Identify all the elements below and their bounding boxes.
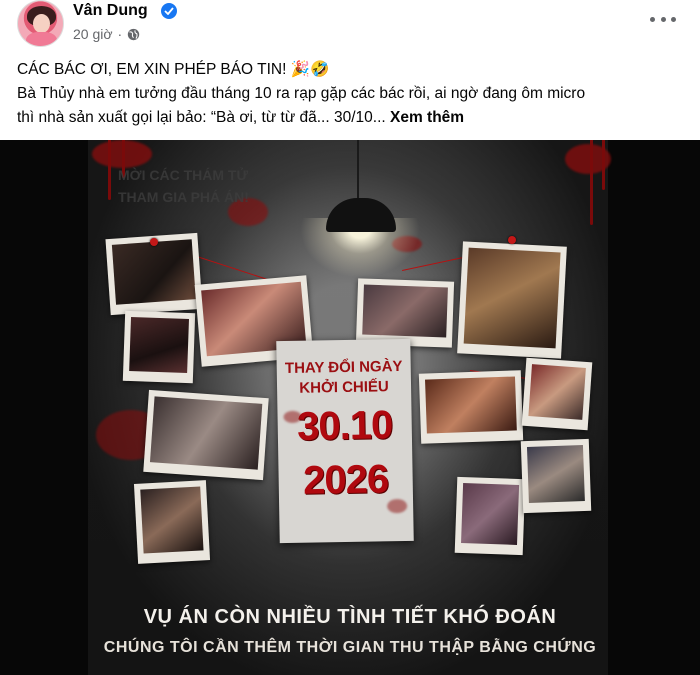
- poster-photo: [418, 370, 524, 444]
- post-meta: 20 giờ ·: [73, 25, 140, 43]
- verified-badge-icon: [161, 3, 177, 19]
- poster-subcaption: CHÚNG TÔI CẦN THÊM THỜI GIAN THU THẬP BẰ…: [103, 639, 597, 656]
- card-title-line: THAY ĐỔI NGÀY: [284, 357, 403, 378]
- post-timestamp[interactable]: 20 giờ: [73, 25, 113, 43]
- post-text-line: Bà Thủy nhà em tưởng đầu tháng 10 ra rạp…: [17, 85, 586, 102]
- release-date-card: THAY ĐỔI NGÀY KHỞI CHIẾU 30.10 2026: [276, 338, 414, 544]
- poster-caption: VỤ ÁN CÒN NHIỀU TÌNH TIẾT KHÓ ĐOÁN: [143, 606, 557, 628]
- poster-photo: [520, 438, 592, 514]
- author-name[interactable]: Vân Dung: [73, 1, 148, 21]
- poster-photo: [355, 278, 455, 348]
- poster-photo: [133, 480, 211, 564]
- post-text-line: CÁC BÁC ƠI, EM XIN PHÉP BÁO TIN! 🎉🤣: [17, 61, 330, 78]
- poster-photo: [457, 241, 567, 359]
- release-year: 2026: [302, 457, 389, 503]
- card-title-line: KHỞI CHIẾU: [299, 378, 389, 397]
- globe-icon[interactable]: [127, 28, 140, 41]
- lamp-cord: [357, 140, 359, 206]
- poster-photo: [122, 310, 196, 384]
- post-header: Vân Dung 20 giờ ·: [0, 0, 700, 52]
- post-image[interactable]: MỜI CÁC THÁM TỬ THAM GIA PHÁ ÁN! THAY ĐỔ…: [0, 140, 700, 675]
- more-options-icon[interactable]: [650, 10, 676, 28]
- poster-photo: [521, 357, 593, 431]
- post-text-line: thì nhà sản xuất gọi lại bảo: “Bà ơi, từ…: [17, 109, 465, 126]
- post-text: CÁC BÁC ƠI, EM XIN PHÉP BÁO TIN! 🎉🤣 Bà T…: [17, 58, 687, 130]
- release-date: 30.10: [296, 403, 393, 449]
- poster-wall-text: MỜI CÁC THÁM TỬ THAM GIA PHÁ ÁN!: [118, 167, 249, 205]
- author-avatar[interactable]: [17, 0, 64, 47]
- poster-photo: [454, 476, 526, 556]
- see-more-link[interactable]: Xem thêm: [390, 109, 464, 126]
- poster-photo: [143, 389, 269, 481]
